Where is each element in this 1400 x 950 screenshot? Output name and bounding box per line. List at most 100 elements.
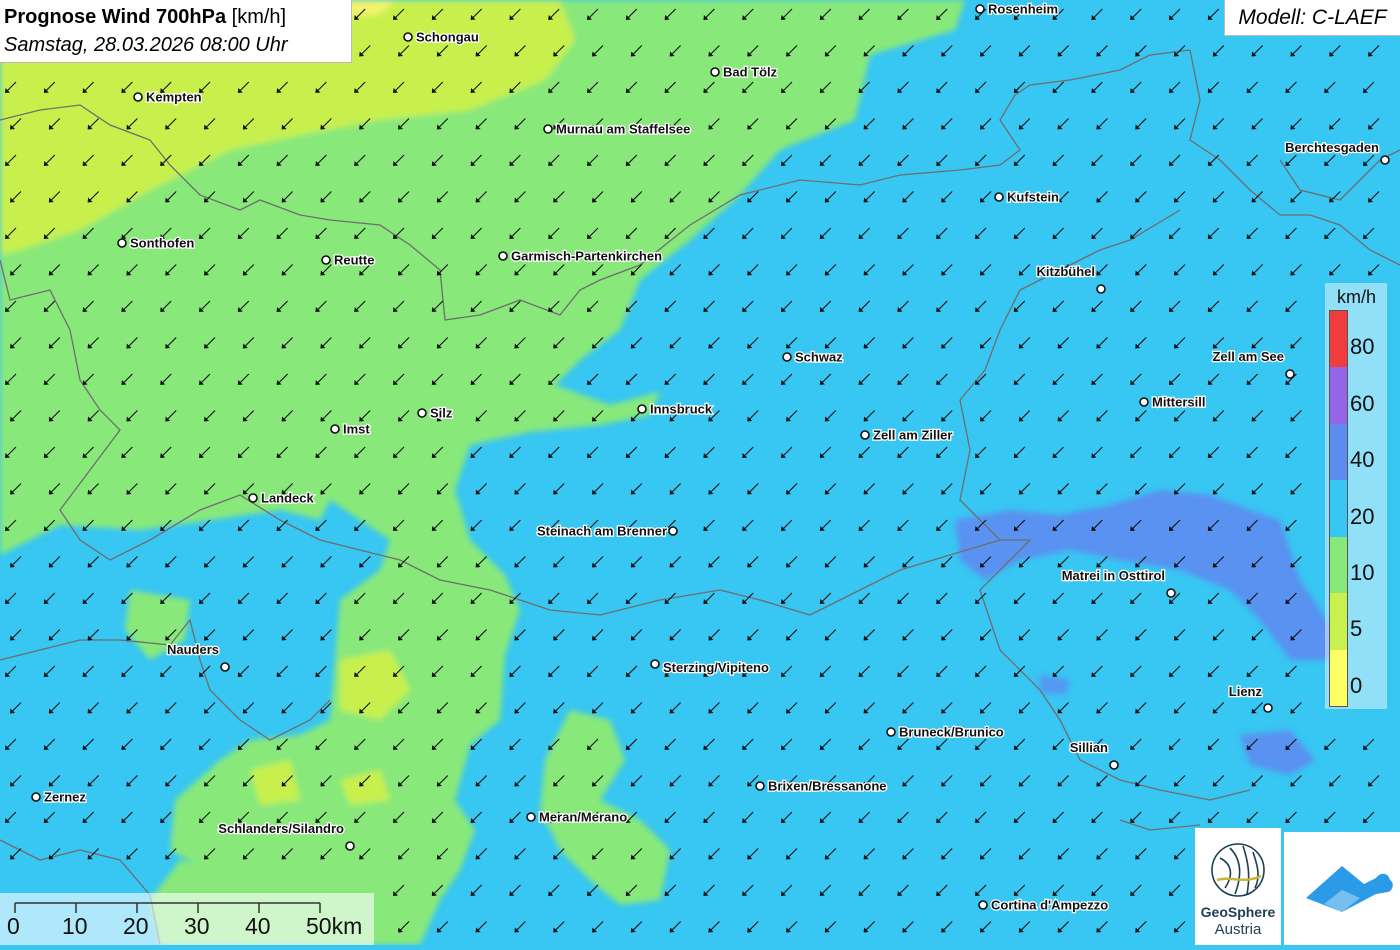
city-name: Sonthofen [130, 236, 194, 251]
city-bruneck-brunico[interactable]: Bruneck/Brunico [886, 723, 1005, 741]
city-dot [403, 32, 413, 42]
scale-label-20: 20 [123, 913, 149, 939]
map-title: Prognose Wind 700hPa [km/h] [4, 3, 351, 31]
weather-app-logo[interactable] [1284, 832, 1400, 945]
city-name: Schongau [416, 30, 479, 45]
city-dot [248, 493, 258, 503]
city-dot [710, 67, 720, 77]
city-dot [1109, 760, 1119, 770]
city-dot [543, 124, 553, 134]
legend-swatch-10 [1330, 536, 1347, 594]
legend-color-bar [1329, 310, 1348, 707]
city-name: Garmisch-Partenkirchen [511, 249, 662, 264]
city-dot [498, 251, 508, 261]
city-dot [886, 727, 896, 737]
city-schongau[interactable]: Schongau [403, 28, 480, 46]
city-innsbruck[interactable]: Innsbruck [637, 400, 714, 418]
city-dot [994, 192, 1004, 202]
legend-label-5: 5 [1350, 616, 1363, 642]
city-steinach-am-brenner[interactable]: Steinach am Brenner [536, 522, 678, 540]
city-name: Kitzbühel [1037, 264, 1096, 279]
city-name: Nauders [167, 642, 219, 657]
city-rosenheim[interactable]: Rosenheim [975, 0, 1059, 18]
city-murnau-am-staffelsee[interactable]: Murnau am Staffelsee [543, 120, 692, 138]
city-sonthofen[interactable]: Sonthofen [117, 234, 196, 252]
geosphere-logo[interactable]: GeoSphere Austria [1195, 828, 1281, 945]
city-name: Imst [343, 422, 370, 437]
city-dot [782, 352, 792, 362]
city-name: Landeck [261, 491, 315, 506]
city-brixen-bressanone[interactable]: Brixen/Bressanone [755, 777, 888, 795]
city-dot [975, 4, 985, 14]
legend-label-0: 0 [1350, 672, 1363, 698]
city-dot [978, 900, 988, 910]
city-zell-am-ziller[interactable]: Zell am Ziller [860, 426, 954, 444]
city-dot [1139, 397, 1149, 407]
legend-label-80: 80 [1350, 334, 1375, 360]
legend-swatch-40 [1330, 423, 1347, 481]
geosphere-country: Austria [1214, 921, 1262, 938]
city-name: Zell am See [1212, 349, 1284, 364]
scale-label-0: 0 [7, 913, 20, 939]
city-dot [321, 255, 331, 265]
legend-label-10: 10 [1350, 559, 1375, 585]
city-dot [417, 408, 427, 418]
legend-label-60: 60 [1350, 390, 1375, 416]
city-dot [1096, 284, 1106, 294]
legend-swatch-80 [1330, 311, 1347, 368]
city-name: Lienz [1229, 684, 1263, 699]
city-name: Schwaz [795, 350, 843, 365]
city-meran-merano[interactable]: Meran/Merano [526, 808, 628, 826]
city-name: Zell am Ziller [873, 428, 952, 443]
city-name: Schlanders/Silandro [218, 821, 344, 836]
geosphere-emblem-icon [1211, 843, 1265, 897]
city-name: Mittersill [1152, 395, 1205, 410]
city-dot [1263, 703, 1273, 713]
city-dot [650, 659, 660, 669]
color-legend: km/h 0 5 10 20 40 60 80 [1325, 283, 1387, 709]
cloud-arrow-icon [1306, 866, 1393, 912]
city-dot [668, 526, 678, 536]
city-name: Murnau am Staffelsee [556, 122, 690, 137]
scale-label-30: 30 [184, 913, 210, 939]
map-title-main: Prognose Wind 700hPa [4, 6, 227, 28]
title-box: Prognose Wind 700hPa [km/h] Samstag, 28.… [0, 0, 352, 63]
city-name: Sillian [1070, 740, 1108, 755]
city-name: Meran/Merano [539, 810, 627, 825]
scale-bar: 0 10 20 30 40 50km [0, 893, 374, 945]
city-dot [1285, 369, 1295, 379]
city-dot [860, 430, 870, 440]
city-dot [133, 92, 143, 102]
city-name: Kempten [146, 90, 202, 105]
city-name: Sterzing/Vipiteno [663, 660, 769, 675]
city-sterzing-vipiteno[interactable]: Sterzing/Vipiteno [650, 659, 770, 676]
city-name: Reutte [334, 253, 374, 268]
legend-swatch-0 [1330, 649, 1347, 706]
wind-map[interactable]: Rosenheim Schongau Bad Tölz Kempten Murnau a… [0, 0, 1400, 945]
city-dot [1380, 155, 1390, 165]
map-title-unit: [km/h] [231, 6, 287, 28]
city-dot [755, 781, 765, 791]
legend-label-20: 20 [1350, 503, 1375, 529]
legend-unit: km/h [1337, 287, 1377, 307]
scale-label-50: 50km [306, 913, 363, 939]
city-dot [637, 404, 647, 414]
city-dot [345, 841, 355, 851]
city-garmisch-partenkirchen[interactable]: Garmisch-Partenkirchen [498, 247, 663, 265]
city-dot [31, 792, 41, 802]
city-cortina-d-ampezzo[interactable]: Cortina d'Ampezzo [978, 896, 1110, 914]
legend-swatch-5 [1330, 593, 1347, 650]
city-name: Matrei in Osttirol [1062, 568, 1165, 583]
city-name: Zernez [44, 790, 86, 805]
city-dot [220, 662, 230, 672]
city-dot [526, 812, 536, 822]
scale-label-40: 40 [245, 913, 271, 939]
city-name: Bad Tölz [723, 65, 778, 80]
model-label: Modell: C-LAEF [1224, 0, 1400, 36]
legend-label-40: 40 [1350, 447, 1375, 473]
city-name: Innsbruck [650, 402, 713, 417]
city-name: Kufstein [1007, 190, 1059, 205]
geosphere-name: GeoSphere [1200, 904, 1276, 920]
forecast-datetime: Samstag, 28.03.2026 08:00 Uhr [4, 34, 288, 56]
scale-label-10: 10 [62, 913, 88, 939]
